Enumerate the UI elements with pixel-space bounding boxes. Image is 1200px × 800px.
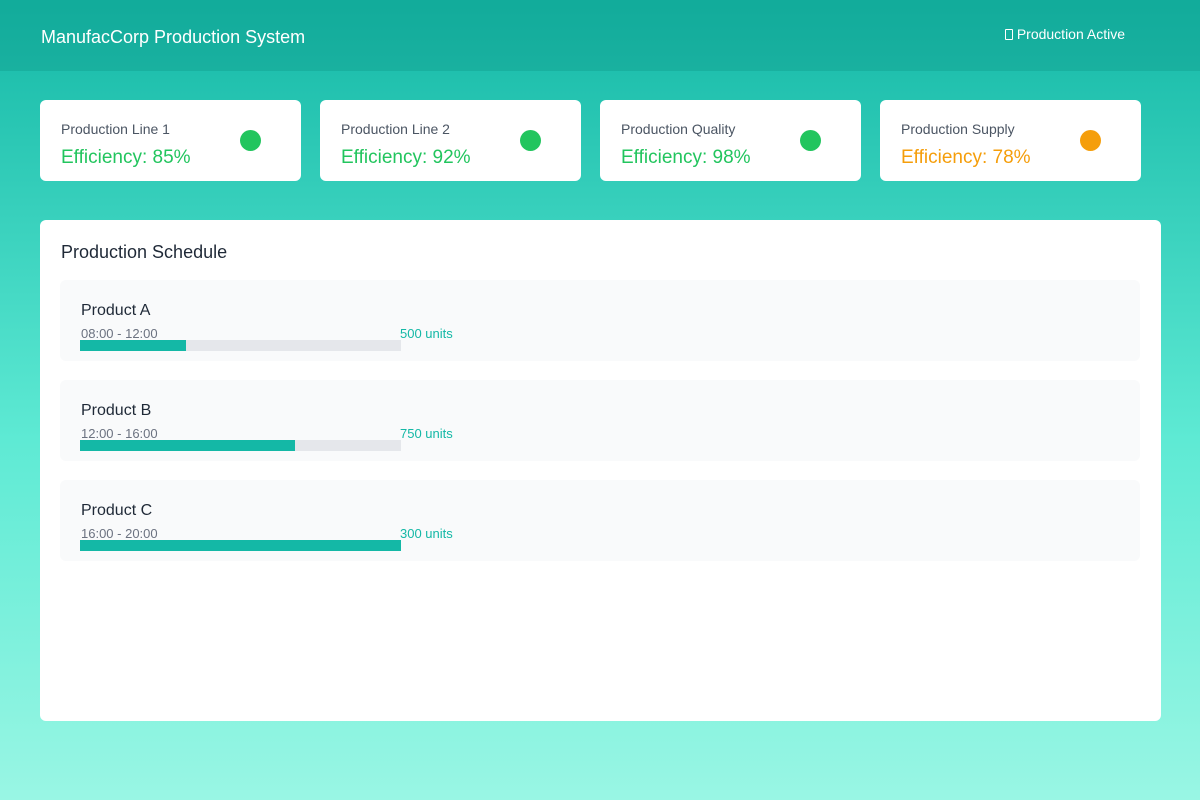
panel-title: Production Schedule <box>61 242 228 262</box>
production-schedule-panel: Production Schedule Product A 08:00 - 12… <box>40 220 1161 721</box>
time-range: 16:00 - 20:00 <box>81 526 158 541</box>
card-title: Production Quality <box>621 121 736 137</box>
card-title: Production Line 1 <box>61 121 170 137</box>
card-efficiency: Efficiency: 92% <box>341 147 471 168</box>
card-production-quality: Production Quality Efficiency: 98% <box>600 100 861 181</box>
progress-bar <box>80 340 401 351</box>
schedule-item: Product C 16:00 - 20:00 300 units <box>60 480 1140 561</box>
production-status-label: Production Active <box>1016 26 1125 42</box>
card-production-line-2: Production Line 2 Efficiency: 92% <box>320 100 581 181</box>
card-efficiency: Efficiency: 98% <box>621 147 751 168</box>
progress-bar <box>80 440 401 451</box>
app-header: ManufacCorp Production System Production… <box>0 0 1200 71</box>
card-efficiency: Efficiency: 85% <box>61 147 191 168</box>
time-range: 08:00 - 12:00 <box>81 326 158 341</box>
status-dot <box>800 130 821 151</box>
status-dot <box>240 130 261 151</box>
production-status: Production Active <box>1004 26 1125 43</box>
unit-count: 300 units <box>400 526 453 541</box>
card-production-line-1: Production Line 1 Efficiency: 85% <box>40 100 301 181</box>
progress-bar <box>80 540 401 551</box>
unit-count: 750 units <box>400 426 453 441</box>
progress-fill <box>80 340 186 351</box>
product-name: Product C <box>81 502 153 519</box>
progress-fill <box>80 440 296 451</box>
app-title: ManufacCorp Production System <box>41 27 306 47</box>
progress-fill <box>80 540 401 551</box>
product-name: Product B <box>81 402 152 419</box>
card-title: Production Line 2 <box>341 121 450 137</box>
schedule-item: Product B 12:00 - 16:00 750 units <box>60 380 1140 461</box>
card-title: Production Supply <box>901 121 1015 137</box>
unit-count: 500 units <box>400 326 453 341</box>
status-dot <box>1080 130 1101 151</box>
schedule-item: Product A 08:00 - 12:00 500 units <box>60 280 1140 361</box>
time-range: 12:00 - 16:00 <box>81 426 158 441</box>
card-efficiency: Efficiency: 78% <box>901 147 1031 168</box>
card-production-supply: Production Supply Efficiency: 78% <box>880 100 1141 181</box>
product-name: Product A <box>81 302 151 319</box>
indicator-icon <box>1004 29 1013 40</box>
status-dot <box>520 130 541 151</box>
